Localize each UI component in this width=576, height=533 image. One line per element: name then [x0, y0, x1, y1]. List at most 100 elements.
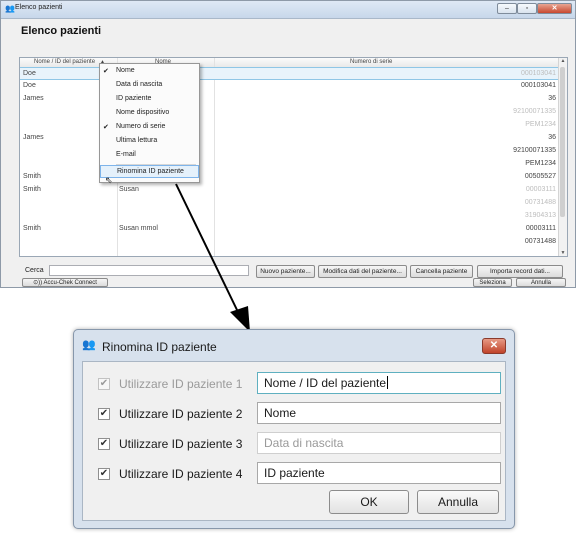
table-row[interactable]: 00731488 [20, 236, 560, 249]
cell-serial: 31904313 [524, 212, 556, 219]
menu-item-label: Ultima lettura [116, 137, 158, 144]
patient-id-row: ✔ Utilizzare ID paziente 4 ID paziente [83, 462, 507, 486]
menu-item[interactable]: Ultima lettura [100, 135, 199, 148]
minimize-button[interactable]: – [497, 3, 517, 14]
menu-item[interactable]: ✔ Numero di serie [100, 121, 199, 134]
use-id-label: Utilizzare ID paziente 3 [119, 437, 243, 451]
import-records-button[interactable]: Importa record dati... [477, 265, 563, 278]
id-name-field[interactable]: ID paziente [257, 462, 501, 484]
edit-patient-button[interactable]: Modifica dati del paziente... [318, 265, 407, 278]
new-patient-button[interactable]: Nuovo paziente... [256, 265, 315, 278]
scroll-up-icon[interactable]: ▲ [559, 58, 567, 64]
cell-name-id: James [23, 95, 44, 102]
checkmark-icon: ✔ [103, 68, 109, 75]
scroll-down-icon[interactable]: ▼ [559, 250, 567, 256]
cell-serial: 36 [548, 95, 556, 102]
menu-item[interactable]: Data di nascita [100, 79, 199, 92]
dialog-cancel-button[interactable]: Annulla [417, 490, 499, 514]
cancel-button[interactable]: Annulla [516, 278, 566, 287]
menu-item[interactable]: Nome dispositivo [100, 107, 199, 120]
accu-chek-connect-label: Accu-Chek Connect [43, 280, 97, 286]
cell-name: Susan mmol [119, 225, 158, 232]
cell-name-id: Smith [23, 225, 41, 232]
window-title: Elenco pazienti [15, 4, 63, 11]
select-button[interactable]: Seleziona [473, 278, 512, 287]
mouse-cursor-icon: ⇖ [105, 175, 113, 185]
column-context-menu: ✔ Nome Data di nascita ID paziente Nome disp… [99, 63, 200, 183]
cell-serial: 00731488 [524, 238, 556, 245]
close-button[interactable]: ✕ [537, 3, 572, 14]
use-id-checkbox[interactable]: ✔ [98, 438, 110, 450]
ok-button[interactable]: OK [329, 490, 409, 514]
table-row[interactable]: Smith Susan mmol 00003111 [20, 223, 560, 236]
cell-serial: 00003111 [525, 225, 556, 232]
use-id-label: Utilizzare ID paziente 1 [119, 377, 243, 391]
cell-name-id: Smith [23, 173, 41, 180]
cell-serial: PEM1234 [525, 121, 556, 128]
use-id-checkbox[interactable]: ✔ [98, 408, 110, 420]
id-name-value: Nome / ID del paziente [264, 376, 387, 390]
id-name-value: Data di nascita [264, 436, 344, 450]
menu-item-label: Nome [116, 67, 135, 74]
cell-serial: 000103041 [520, 82, 556, 89]
menu-item[interactable]: ID paziente [100, 93, 199, 106]
accu-chek-connect-button[interactable]: ⊙)) Accu-Chek Connect [22, 278, 108, 287]
table-row[interactable]: 31904313 [20, 210, 560, 223]
menu-item[interactable]: ✔ Nome [100, 65, 199, 78]
users-icon: 👥 [5, 4, 15, 13]
page-title: Elenco pazienti [21, 25, 102, 37]
dialog-title: Rinomina ID paziente [102, 340, 217, 354]
id-name-field[interactable]: Data di nascita [257, 432, 501, 454]
cell-name-id: Doe [23, 82, 36, 89]
scroll-thumb[interactable] [560, 67, 565, 217]
cell-serial: 00003111 [525, 186, 556, 193]
cell-name-id: Doe [23, 70, 36, 77]
column-header-name-id[interactable]: Nome / ID del paziente [34, 59, 95, 65]
menu-item-label: Data di nascita [116, 81, 163, 88]
menu-item-label: Numero di serie [116, 123, 166, 130]
menu-item-label: Rinomina ID paziente [117, 168, 184, 175]
cell-name-id: Smith [23, 186, 41, 193]
table-row[interactable]: 00731488 [20, 197, 560, 210]
cell-serial: 00731488 [524, 199, 556, 206]
menu-item[interactable]: E-mail [100, 149, 199, 162]
menu-item-label: Nome dispositivo [116, 109, 170, 116]
patient-id-row: ✔ Utilizzare ID paziente 3 Data di nascita [83, 432, 507, 456]
use-id-checkbox[interactable]: ✔ [98, 468, 110, 480]
vertical-scrollbar[interactable]: ▲ ▼ [558, 58, 567, 256]
cell-serial: PEM1234 [525, 160, 556, 167]
use-id-label: Utilizzare ID paziente 2 [119, 407, 243, 421]
delete-patient-button[interactable]: Cancella paziente [410, 265, 473, 278]
menu-item-label: ID paziente [116, 95, 152, 102]
text-caret [387, 376, 389, 389]
column-header-serial[interactable]: Numero di serie [350, 59, 392, 65]
dialog-close-button[interactable]: ✕ [482, 338, 506, 354]
users-icon: 👥 [82, 339, 96, 351]
cell-serial: 92100071335 [513, 108, 556, 115]
dialog-body: OK Annulla ✔ Utilizzare ID paziente 1 Nome… [82, 361, 506, 521]
table-row[interactable]: Smith Susan 00003111 [20, 184, 560, 197]
cell-name-id: James [23, 134, 44, 141]
use-id-checkbox: ✔ [98, 378, 110, 390]
cell-serial: 36 [548, 134, 556, 141]
title-bar: 👥 Elenco pazienti – ▫ ✕ [1, 1, 575, 19]
maximize-button[interactable]: ▫ [517, 3, 537, 14]
rename-patient-id-dialog: 👥 Rinomina ID paziente ✕ OK Annulla ✔ Uti… [73, 329, 515, 529]
id-name-field[interactable]: Nome [257, 402, 501, 424]
menu-item-label: E-mail [116, 151, 136, 158]
patient-id-row: ✔ Utilizzare ID paziente 2 Nome [83, 402, 507, 426]
patient-id-row: ✔ Utilizzare ID paziente 1 Nome / ID del p… [83, 372, 507, 396]
menu-item[interactable]: Rinomina ID paziente [100, 165, 199, 178]
cell-serial: 92100071335 [513, 147, 556, 154]
checkmark-icon: ✔ [103, 124, 109, 131]
cell-name: Susan [119, 186, 139, 193]
cell-serial: 000103041 [520, 70, 556, 77]
patient-list-window: 👥 Elenco pazienti – ▫ ✕ Elenco pazienti … [0, 0, 576, 288]
id-name-value: Nome [264, 406, 297, 420]
search-label: Cerca [25, 267, 44, 274]
cell-serial: 00505527 [524, 173, 556, 180]
use-id-label: Utilizzare ID paziente 4 [119, 467, 243, 481]
id-name-field[interactable]: Nome / ID del paziente [257, 372, 501, 394]
id-name-value: ID paziente [264, 466, 325, 480]
search-input[interactable] [49, 265, 249, 276]
